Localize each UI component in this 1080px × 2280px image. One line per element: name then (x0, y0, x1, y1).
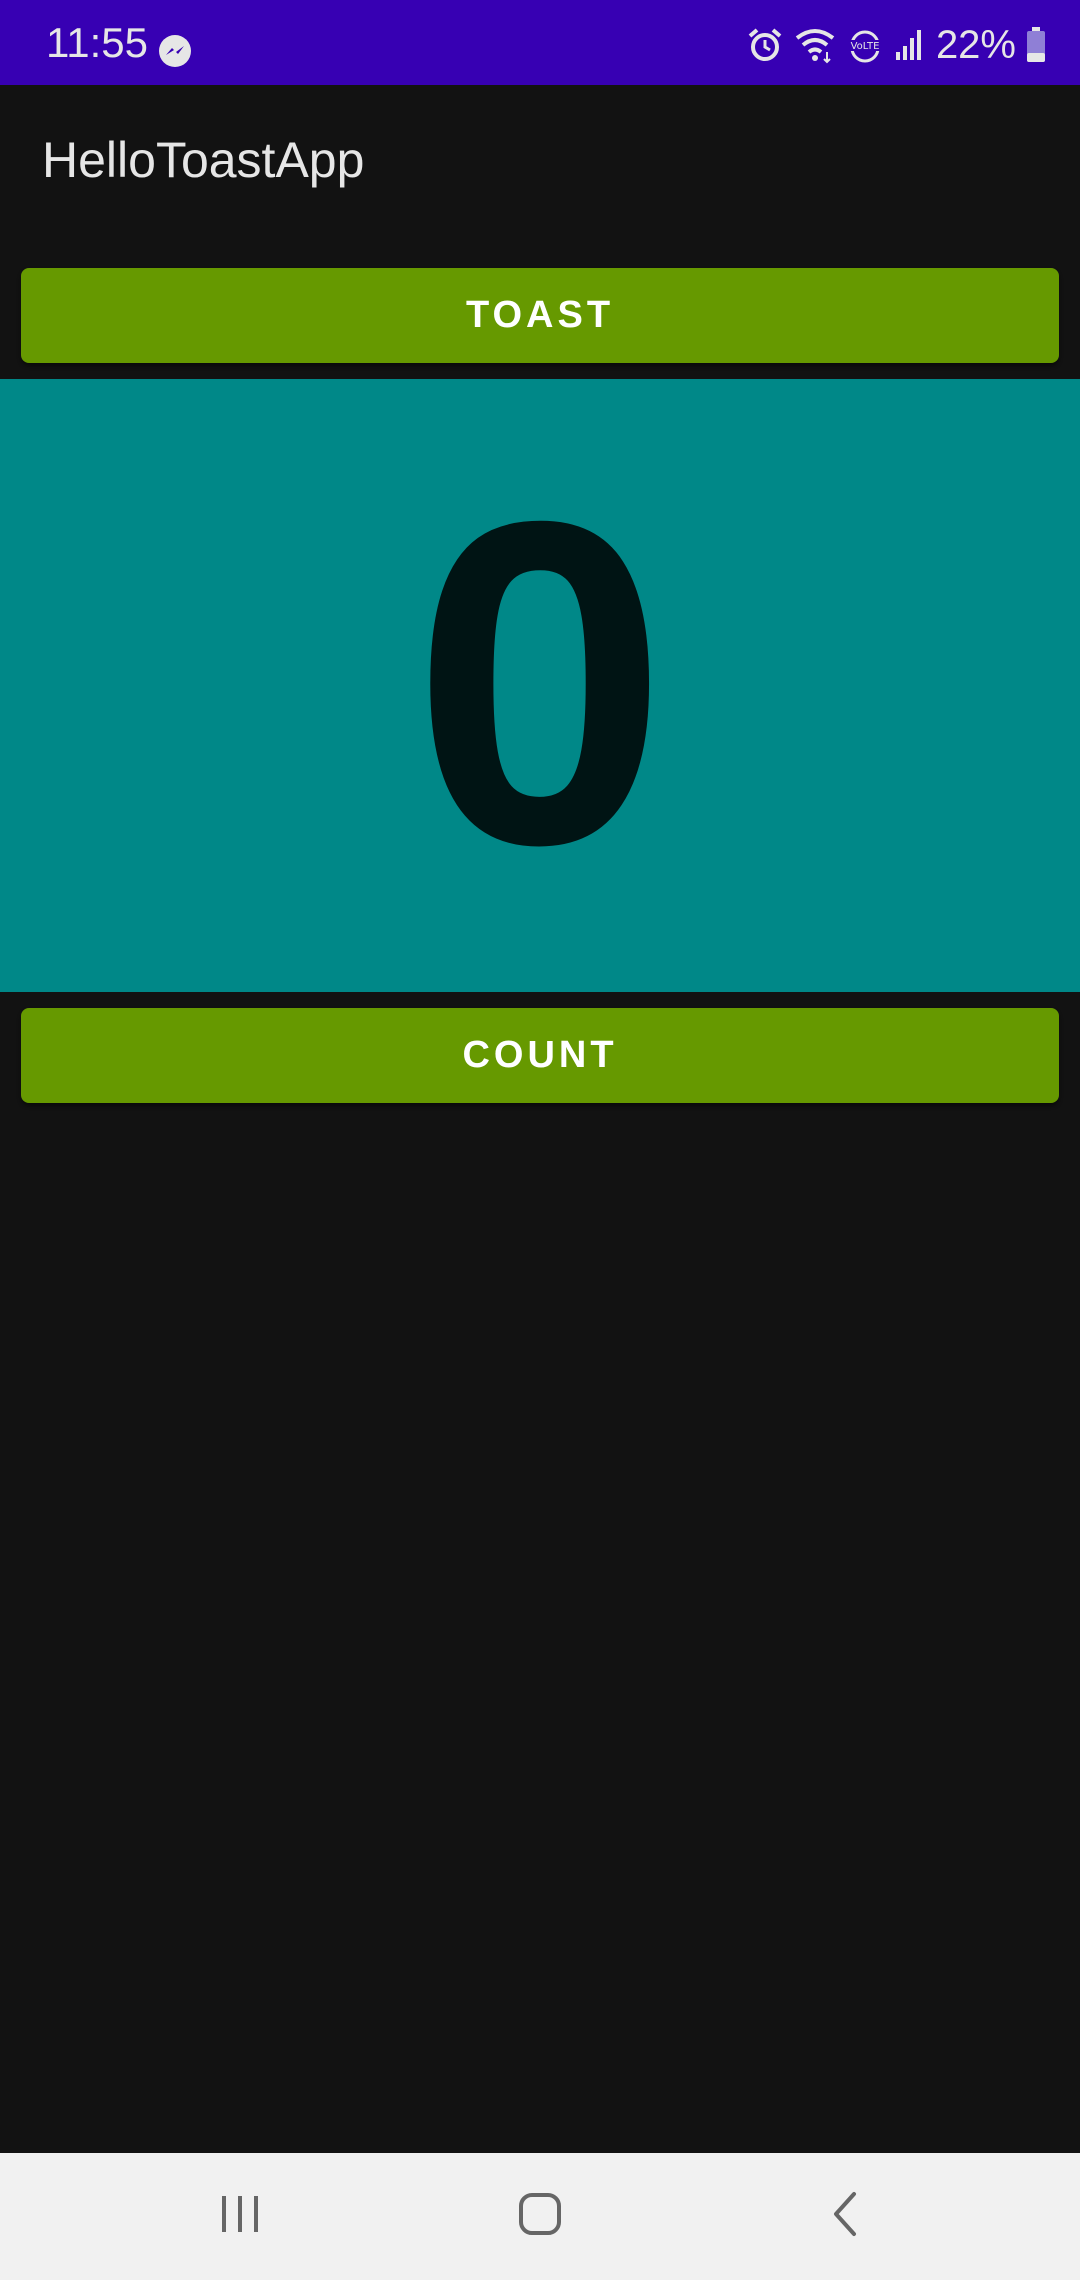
back-icon (830, 2191, 860, 2242)
recents-button[interactable] (140, 2153, 340, 2280)
signal-icon (894, 28, 924, 62)
messenger-icon (158, 34, 192, 68)
battery-icon (1026, 27, 1046, 63)
wifi-icon (794, 26, 836, 64)
status-time: 11:55 (46, 19, 148, 66)
home-icon (517, 2191, 563, 2242)
alarm-icon (746, 26, 784, 64)
volte-icon: VoLTE (846, 26, 884, 64)
count-button[interactable]: COUNT (21, 1008, 1059, 1103)
back-button[interactable] (745, 2153, 945, 2280)
home-button[interactable] (440, 2153, 640, 2280)
count-value: 0 (412, 427, 668, 940)
app-title: HelloToastApp (42, 132, 365, 188)
status-bar: 11:55 VoLTE 22% (0, 0, 1080, 85)
navigation-bar (0, 2153, 1080, 2280)
svg-text:VoLTE: VoLTE (851, 41, 880, 52)
battery-percent: 22% (935, 23, 1016, 67)
app-screen: 11:55 VoLTE 22% HelloToastApp TOAST 0 CO… (0, 0, 1080, 2280)
app-bar: HelloToastApp (0, 85, 1080, 235)
status-icons: VoLTE 22% (746, 22, 1046, 68)
recents-icon (218, 2194, 262, 2239)
count-display: 0 (0, 379, 1080, 992)
toast-button[interactable]: TOAST (21, 268, 1059, 363)
